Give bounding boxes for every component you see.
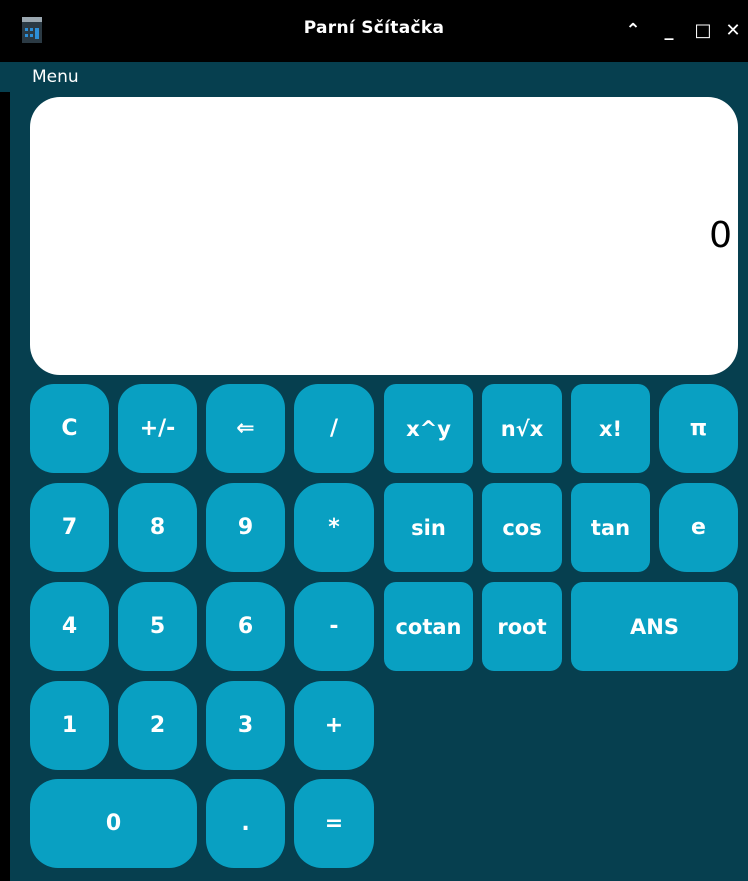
digit-0-button[interactable]: 0 — [30, 779, 197, 868]
maximize-button[interactable]: □ — [688, 14, 718, 48]
equals-button[interactable]: = — [294, 779, 374, 868]
tan-button[interactable]: tan — [571, 483, 650, 572]
digit-9-button[interactable]: 9 — [206, 483, 285, 572]
decimal-button[interactable]: . — [206, 779, 285, 868]
digit-2-button[interactable]: 2 — [118, 681, 197, 770]
menu-button[interactable]: Menu — [32, 62, 79, 92]
power-button[interactable]: x^y — [384, 384, 473, 473]
minimize-button[interactable]: _ — [654, 14, 684, 48]
divide-button[interactable]: / — [294, 384, 374, 473]
digit-3-button[interactable]: 3 — [206, 681, 285, 770]
cotan-button[interactable]: cotan — [384, 582, 473, 671]
menu-bar: Menu — [0, 62, 748, 92]
maximize-icon: □ — [694, 20, 712, 41]
digit-7-button[interactable]: 7 — [30, 483, 109, 572]
euler-e-button[interactable]: e — [659, 483, 738, 572]
title-bar: Parní Sčítačka ⌃ _ □ ✕ — [0, 0, 748, 62]
multiply-button[interactable]: * — [294, 483, 374, 572]
sign-toggle-button[interactable]: +/- — [118, 384, 197, 473]
minimize-icon: _ — [664, 20, 674, 41]
nth-root-button[interactable]: n√x — [482, 384, 562, 473]
pi-button[interactable]: π — [659, 384, 738, 473]
result-display: 0 — [30, 97, 738, 375]
digit-5-button[interactable]: 5 — [118, 582, 197, 671]
digit-1-button[interactable]: 1 — [30, 681, 109, 770]
chevron-up-icon: ⌃ — [625, 20, 641, 41]
root-button[interactable]: root — [482, 582, 562, 671]
close-button[interactable]: ✕ — [718, 14, 748, 48]
digit-8-button[interactable]: 8 — [118, 483, 197, 572]
add-button[interactable]: + — [294, 681, 374, 770]
collapse-button[interactable]: ⌃ — [618, 14, 648, 48]
ans-button[interactable]: ANS — [571, 582, 738, 671]
factorial-button[interactable]: x! — [571, 384, 650, 473]
backspace-button[interactable]: ⇐ — [206, 384, 285, 473]
window-border — [0, 62, 10, 881]
cos-button[interactable]: cos — [482, 483, 562, 572]
close-icon: ✕ — [725, 20, 741, 41]
display-value: 0 — [709, 215, 732, 256]
digit-6-button[interactable]: 6 — [206, 582, 285, 671]
clear-button[interactable]: C — [30, 384, 109, 473]
sin-button[interactable]: sin — [384, 483, 473, 572]
subtract-button[interactable]: - — [294, 582, 374, 671]
digit-4-button[interactable]: 4 — [30, 582, 109, 671]
